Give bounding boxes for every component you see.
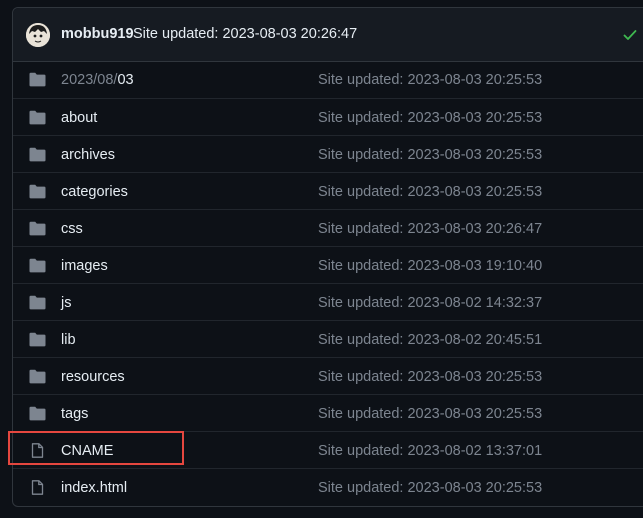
commit-message[interactable]: Site updated: 2023-08-03 20:25:53 [318,184,542,200]
check-icon[interactable] [622,27,638,43]
folder-row[interactable]: about Site updated: 2023-08-03 20:25:53 [13,98,643,135]
commit-message[interactable]: Site updated: 2023-08-03 20:25:53 [318,147,542,163]
folder-row[interactable]: tags Site updated: 2023-08-03 20:25:53 [13,394,643,431]
folder-name-link[interactable]: css [61,221,83,237]
folder-name-link[interactable]: tags [61,406,88,422]
commit-message[interactable]: Site updated: 2023-08-03 20:25:53 [318,110,542,126]
commit-message[interactable]: Site updated: 2023-08-03 20:25:53 [318,480,542,496]
folder-icon [29,406,46,421]
folder-icon [29,295,46,310]
folder-name-link[interactable]: lib [61,332,76,348]
commit-message[interactable]: Site updated: 2023-08-03 20:25:53 [318,406,542,422]
folder-name-link[interactable]: resources [61,369,125,385]
folder-icon [29,184,46,199]
path-prefix[interactable]: 2023/08/ [61,72,117,88]
folder-name-link[interactable]: images [61,258,108,274]
folder-name-link[interactable]: about [61,110,97,126]
folder-row[interactable]: css Site updated: 2023-08-03 20:26:47 [13,209,643,246]
folder-row[interactable]: lib Site updated: 2023-08-02 20:45:51 [13,320,643,357]
folder-row[interactable]: resources Site updated: 2023-08-03 20:25:… [13,357,643,394]
cname-highlight-box [8,431,184,465]
folder-icon [29,332,46,347]
file-name-link[interactable]: index.html [61,480,127,496]
folder-row[interactable]: images Site updated: 2023-08-03 19:10:40 [13,246,643,283]
commit-author[interactable]: mobbu919 [61,26,134,42]
commit-message[interactable]: Site updated: 2023-08-03 20:25:53 [318,369,542,385]
folder-name-link[interactable]: js [61,295,71,311]
folder-row[interactable]: categories Site updated: 2023-08-03 20:25… [13,172,643,209]
path-row[interactable]: 2023/08/03 Site updated: 2023-08-03 20:25… [13,61,643,98]
commit-message[interactable]: Site updated: 2023-08-03 19:10:40 [318,258,542,274]
folder-icon [29,147,46,162]
commit-message[interactable]: Site updated: 2023-08-02 14:32:37 [318,295,542,311]
file-icon [29,480,46,495]
path-name[interactable]: 2023/08/03 [61,72,134,88]
avatar[interactable] [26,23,50,47]
commit-message[interactable]: Site updated: 2023-08-02 13:37:01 [318,443,542,459]
folder-icon [29,258,46,273]
folder-row[interactable]: js Site updated: 2023-08-02 14:32:37 [13,283,643,320]
commit-message[interactable]: Site updated: 2023-08-03 20:26:47 [318,221,542,237]
folder-name-link[interactable]: archives [61,147,115,163]
folder-icon [29,72,46,87]
folder-name-link[interactable]: categories [61,184,128,200]
folder-icon [29,110,46,125]
folder-icon [29,221,46,236]
commit-message[interactable]: Site updated: 2023-08-02 20:45:51 [318,332,542,348]
file-row[interactable]: index.html Site updated: 2023-08-03 20:25… [13,468,643,505]
commit-message[interactable]: Site updated: 2023-08-03 20:26:47 [133,26,357,42]
folder-icon [29,369,46,384]
folder-row[interactable]: archives Site updated: 2023-08-03 20:25:5… [13,135,643,172]
path-current[interactable]: 03 [117,72,133,88]
commit-message[interactable]: Site updated: 2023-08-03 20:25:53 [318,72,542,88]
latest-commit-header: mobbu919 Site updated: 2023-08-03 20:26:… [13,8,643,62]
